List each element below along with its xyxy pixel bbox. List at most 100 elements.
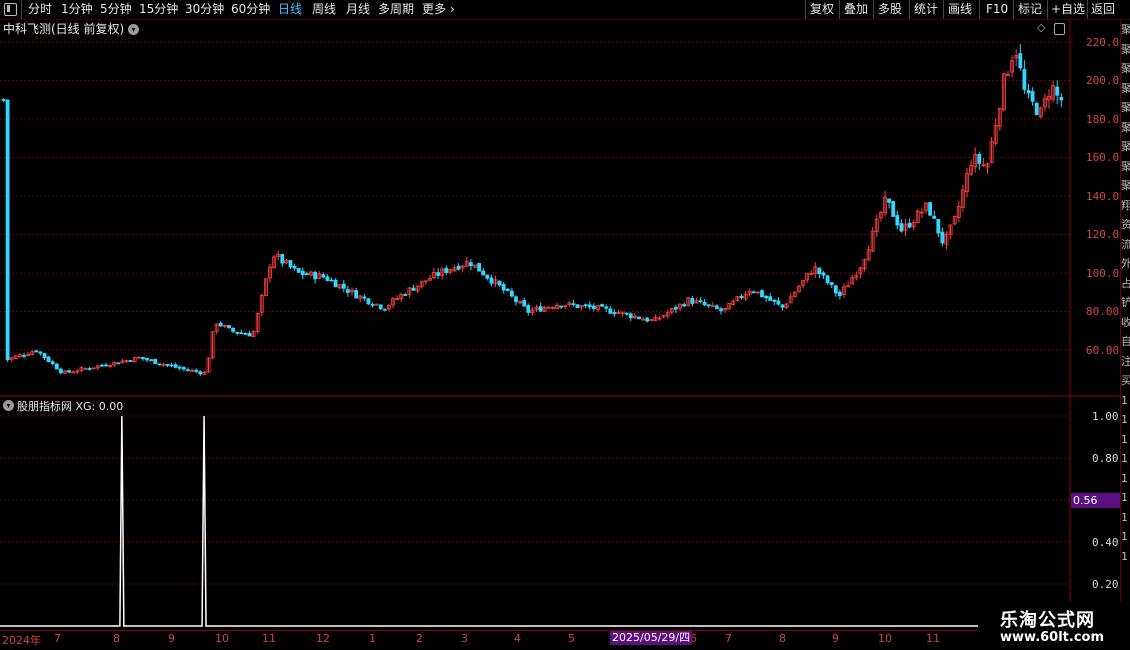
right-strip-glyph: 1 xyxy=(1121,491,1128,504)
candle-body xyxy=(817,267,822,275)
candle-body xyxy=(538,306,543,312)
candle-body xyxy=(149,359,154,362)
candle-body xyxy=(5,99,10,361)
kline-chart[interactable] xyxy=(0,0,1130,650)
y-tick-label: 60.00 xyxy=(1086,344,1120,357)
candle-body xyxy=(468,262,473,267)
date-tick-label: 1 xyxy=(369,632,376,645)
right-strip-glyph: 聚 xyxy=(1121,23,1130,36)
candle-body xyxy=(481,270,486,276)
candle-body xyxy=(768,296,773,301)
candle-body xyxy=(751,291,756,294)
y-tick-label: 80.00 xyxy=(1086,305,1120,318)
candle-body xyxy=(177,366,182,369)
right-strip-glyph: 铲 xyxy=(1121,296,1130,309)
candle-body xyxy=(235,331,240,334)
y-tick-label: 100.0 xyxy=(1086,267,1120,280)
candle-body xyxy=(1,99,6,101)
candle-body xyxy=(514,296,518,303)
right-strip-glyph: 买 xyxy=(1121,374,1130,387)
candle-body xyxy=(1030,91,1035,102)
candle-body xyxy=(497,280,502,286)
date-tick-label: 10 xyxy=(878,632,892,645)
right-strip-glyph: 占 xyxy=(1121,276,1130,290)
candle-body xyxy=(288,260,293,268)
right-strip-glyph: 资 xyxy=(1121,218,1130,231)
candle-body xyxy=(485,274,490,279)
candle-body xyxy=(776,300,781,305)
candle-body xyxy=(780,304,785,308)
candle-body xyxy=(895,215,900,226)
candle-body xyxy=(887,198,891,203)
candle-body xyxy=(50,361,55,365)
candle-body xyxy=(940,231,945,244)
candle-body xyxy=(304,273,309,276)
candle-body xyxy=(145,357,149,361)
candle-body xyxy=(682,304,686,307)
candle-body xyxy=(829,282,834,285)
candle-body xyxy=(833,285,838,294)
candle-body xyxy=(571,303,576,306)
candle-body xyxy=(341,283,346,289)
right-strip-glyph: 1 xyxy=(1121,471,1128,485)
candle-body xyxy=(411,287,416,291)
date-tick-label: 9 xyxy=(832,632,839,645)
candle-body xyxy=(583,304,588,307)
candle-body xyxy=(22,354,26,357)
candle-body xyxy=(772,299,777,302)
date-tick-label: 2 xyxy=(416,632,423,645)
y-tick-label: 120.0 xyxy=(1086,228,1120,241)
candle-body xyxy=(1055,86,1060,96)
candle-body xyxy=(370,303,375,306)
candle-body xyxy=(1059,96,1064,101)
chevron-down-icon[interactable]: ▾ xyxy=(3,400,14,411)
candle-body xyxy=(706,304,711,307)
candle-body xyxy=(403,294,408,296)
date-tick-label: 4 xyxy=(514,632,521,645)
indicator-title: 股朋指标网 XG: 0.00 xyxy=(17,400,124,413)
y-tick-label: 0.20 xyxy=(1092,578,1119,591)
candle-body xyxy=(181,367,186,370)
candle-body xyxy=(218,322,223,327)
candle-body xyxy=(292,265,297,269)
candle-body xyxy=(87,368,92,370)
candle-body xyxy=(645,317,650,322)
candle-body xyxy=(300,270,305,276)
right-strip-glyph: 1 xyxy=(1121,510,1128,524)
candle-body xyxy=(612,312,617,315)
date-tick-label: 7 xyxy=(54,632,61,645)
candle-body xyxy=(362,296,367,299)
candle-body xyxy=(333,279,338,288)
y-tick-label: 200.0 xyxy=(1086,74,1120,87)
candle-body xyxy=(624,312,629,315)
right-strip-glyph: 聚 xyxy=(1121,179,1130,192)
candle-body xyxy=(1022,69,1027,90)
right-strip-glyph: 聚 xyxy=(1121,159,1130,173)
right-strip-glyph: 1 xyxy=(1121,549,1128,563)
candle-body xyxy=(715,305,719,310)
watermark-url: www.60lt.com xyxy=(1000,630,1105,645)
candle-body xyxy=(296,268,301,273)
candle-body xyxy=(719,308,723,312)
candle-body xyxy=(821,272,826,276)
candle-body xyxy=(1018,53,1023,69)
right-strip-glyph: 1 xyxy=(1121,452,1128,465)
candle-body xyxy=(489,277,494,284)
date-tick-label: 11 xyxy=(262,632,276,645)
candle-body xyxy=(42,353,47,359)
candle-body xyxy=(231,327,236,332)
candle-body xyxy=(59,368,63,374)
candle-body xyxy=(169,364,174,367)
watermark-title: 乐淘公式网 xyxy=(1000,610,1095,631)
candle-body xyxy=(509,290,514,297)
candle-body xyxy=(456,265,461,270)
candle-body xyxy=(891,201,896,217)
main-grid xyxy=(0,41,1070,351)
candle-body xyxy=(280,253,285,264)
candle-body xyxy=(739,295,744,299)
candle-body xyxy=(345,289,350,293)
candle-body xyxy=(321,274,326,278)
candle-body xyxy=(46,356,51,363)
candle-body xyxy=(674,306,678,310)
right-strip-glyph: 1 xyxy=(1121,432,1128,446)
